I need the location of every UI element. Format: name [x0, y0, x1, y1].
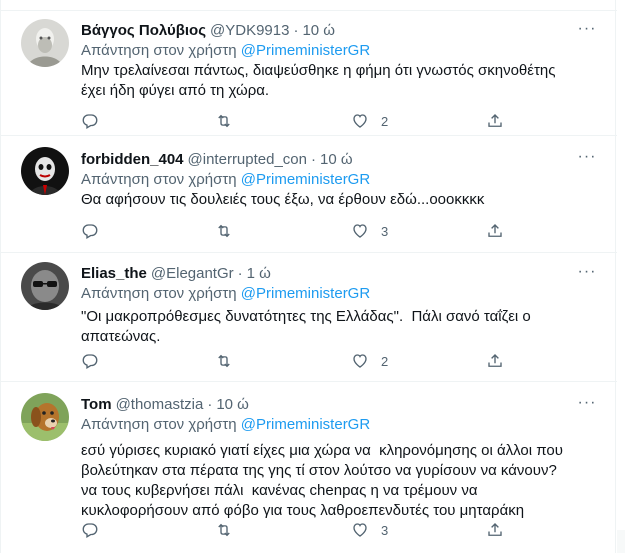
- timestamp[interactable]: 10 ώ: [216, 395, 249, 415]
- user-handle[interactable]: @interrupted_con: [188, 150, 307, 170]
- user-handle[interactable]: @thomastzia: [116, 395, 204, 415]
- user-handle[interactable]: @YDK9913: [210, 21, 289, 41]
- share-button[interactable]: [486, 351, 504, 371]
- tweet-text: Θα αφήσουν τις δουλειές τους έξω, να έρθ…: [81, 191, 485, 208]
- tweet-header: forbidden_404 @interrupted_con · 10 ώ: [81, 150, 601, 170]
- tweet[interactable]: Tom @thomastzia · 10 ώ Απάντηση στον χρή…: [1, 383, 617, 553]
- reply-prefix: Απάντηση στον χρήστη: [81, 416, 237, 433]
- like-count: 3: [381, 223, 389, 239]
- display-name[interactable]: Elias_the: [81, 264, 147, 284]
- tweet-header: Βάγγος Πολύβιος @YDK9913 · 10 ώ: [81, 21, 601, 41]
- display-name[interactable]: Tom: [81, 395, 112, 415]
- retweet-button[interactable]: [215, 111, 233, 131]
- display-name[interactable]: forbidden_404: [81, 150, 184, 170]
- reply-icon: [82, 224, 98, 239]
- retweet-button[interactable]: [215, 520, 233, 540]
- reply-icon: [82, 354, 98, 369]
- action-bar: 2: [81, 351, 511, 371]
- reply-icon: [82, 114, 98, 129]
- reply-context: Απάντηση στον χρήστη @PrimeministerGR: [81, 415, 601, 435]
- action-bar: 3: [81, 221, 511, 241]
- mention-link[interactable]: @PrimeministerGR: [241, 171, 370, 188]
- more-icon[interactable]: ···: [577, 264, 597, 286]
- reply-context: Απάντηση στον χρήστη @PrimeministerGR: [81, 41, 601, 61]
- timeline: Βάγγος Πολύβιος @YDK9913 · 10 ώ Απάντηση…: [0, 0, 617, 553]
- reply-button[interactable]: [81, 520, 99, 540]
- mention-link[interactable]: @PrimeministerGR: [241, 285, 370, 302]
- avatar[interactable]: [21, 19, 69, 67]
- reply-prefix: Απάντηση στον χρήστη: [81, 42, 237, 59]
- separator-dot: ·: [237, 265, 243, 282]
- retweet-button[interactable]: [215, 221, 233, 241]
- tweet[interactable]: forbidden_404 @interrupted_con · 10 ώ Απ…: [1, 137, 617, 253]
- share-icon: [488, 114, 502, 127]
- reply-button[interactable]: [81, 351, 99, 371]
- avatar[interactable]: [21, 393, 69, 441]
- retweet-button[interactable]: [215, 351, 233, 371]
- like-button[interactable]: 3: [351, 221, 388, 241]
- retweet-icon: [218, 523, 230, 537]
- share-button[interactable]: [486, 111, 504, 131]
- retweet-icon: [218, 114, 230, 128]
- like-count: 2: [381, 353, 389, 369]
- timestamp[interactable]: 10 ώ: [302, 21, 335, 41]
- heart-icon: [353, 224, 367, 238]
- tweet[interactable]: Βάγγος Πολύβιος @YDK9913 · 10 ώ Απάντηση…: [1, 11, 617, 136]
- like-count: 3: [381, 522, 389, 538]
- tweet-header: Elias_the @ElegantGr · 1 ώ: [81, 264, 601, 284]
- share-button[interactable]: [486, 221, 504, 241]
- tweet-text: εσύ γύρισες κυριακό γιατί είχες μια χώρα…: [81, 442, 563, 519]
- avatar[interactable]: [21, 147, 69, 195]
- reply-context: Απάντηση στον χρήστη @PrimeministerGR: [81, 284, 601, 304]
- like-button[interactable]: 3: [351, 520, 388, 540]
- timestamp[interactable]: 1 ώ: [247, 264, 271, 284]
- heart-icon: [353, 523, 367, 537]
- scrollbar[interactable]: [617, 530, 625, 553]
- share-icon: [488, 523, 502, 536]
- reply-context: Απάντηση στον χρήστη @PrimeministerGR: [81, 170, 601, 190]
- heart-icon: [353, 114, 367, 128]
- heart-icon: [353, 354, 367, 368]
- timestamp[interactable]: 10 ώ: [320, 150, 353, 170]
- mention-link[interactable]: @PrimeministerGR: [241, 42, 370, 59]
- tweet[interactable]: Elias_the @ElegantGr · 1 ώ Απάντηση στον…: [1, 254, 617, 382]
- user-handle[interactable]: @ElegantGr: [151, 264, 234, 284]
- reply-icon: [82, 523, 98, 538]
- retweet-icon: [218, 224, 230, 238]
- mention-link[interactable]: @PrimeministerGR: [241, 416, 370, 433]
- like-button[interactable]: 2: [351, 111, 388, 131]
- avatar[interactable]: [21, 262, 69, 310]
- tweet-text: Μην τρελαίνεσαι πάντως, διαψεύσθηκε η φή…: [81, 62, 556, 99]
- reply-button[interactable]: [81, 221, 99, 241]
- like-count: 2: [381, 113, 389, 129]
- more-icon[interactable]: ···: [577, 21, 597, 43]
- more-icon[interactable]: ···: [577, 395, 597, 417]
- action-bar: 2: [81, 111, 511, 131]
- display-name[interactable]: Βάγγος Πολύβιος: [81, 21, 206, 41]
- like-button[interactable]: 2: [351, 351, 388, 371]
- separator-dot: ·: [207, 396, 213, 413]
- share-icon: [488, 224, 502, 237]
- reply-prefix: Απάντηση στον χρήστη: [81, 171, 237, 188]
- share-button[interactable]: [486, 520, 504, 540]
- tweet-text: "Οι μακροπρόθεσμες δυνατότητες της Ελλάδ…: [81, 308, 531, 345]
- action-bar: 3: [81, 520, 511, 540]
- more-icon[interactable]: ···: [577, 149, 597, 171]
- share-icon: [488, 354, 502, 367]
- reply-prefix: Απάντηση στον χρήστη: [81, 285, 237, 302]
- retweet-icon: [218, 354, 230, 368]
- reply-button[interactable]: [81, 111, 99, 131]
- separator-dot: ·: [293, 22, 299, 39]
- tweet-header: Tom @thomastzia · 10 ώ: [81, 395, 601, 415]
- separator-dot: ·: [311, 151, 316, 168]
